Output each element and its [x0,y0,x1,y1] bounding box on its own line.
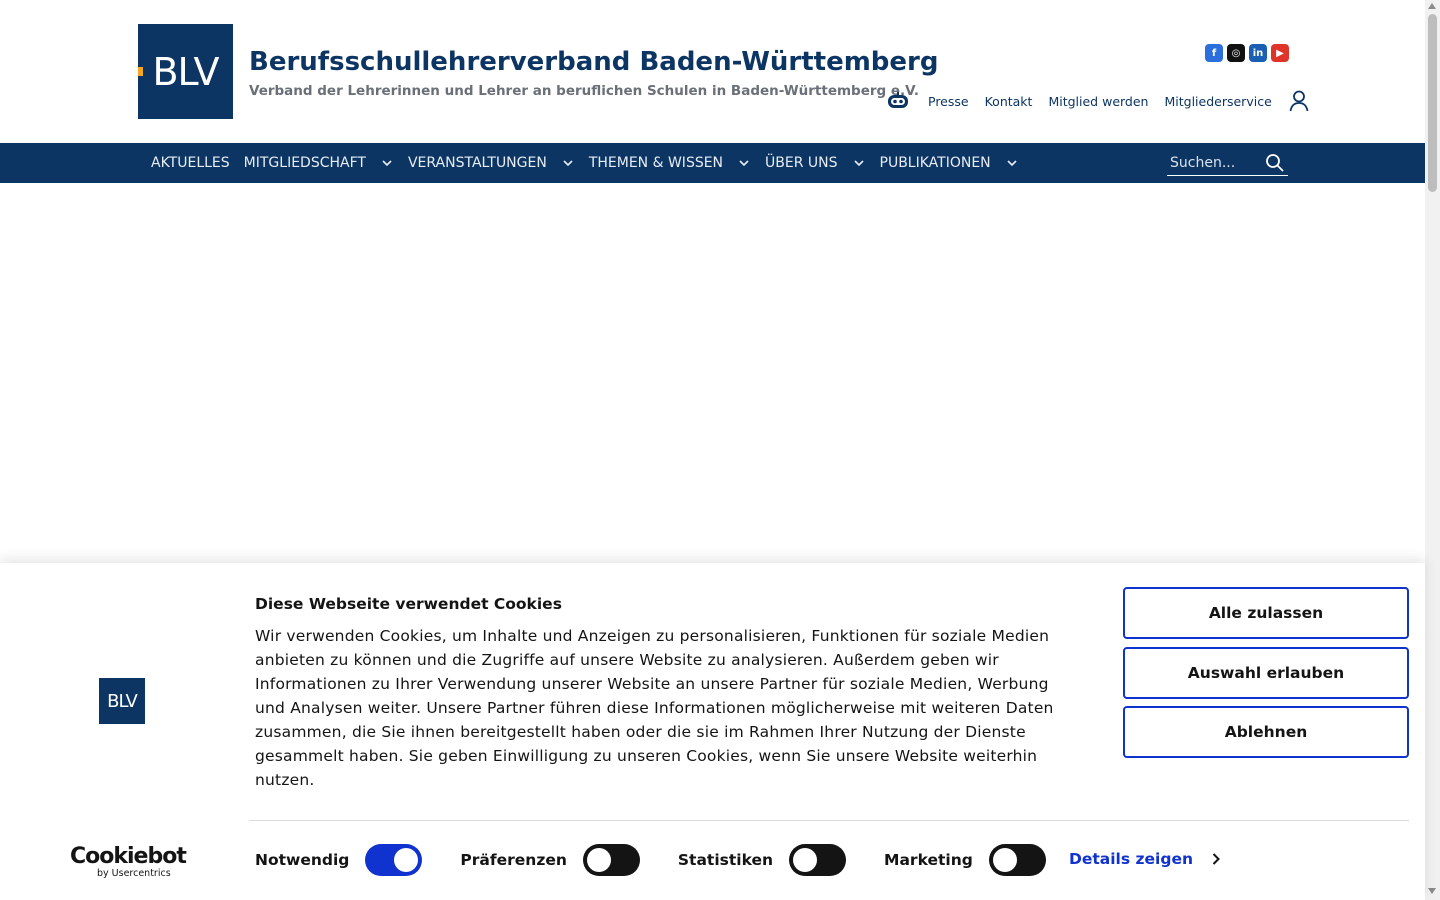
nav-item-publikationen[interactable]: PUBLIKATIONEN [880,155,1019,171]
cookie-divider [249,820,1409,821]
utility-nav: Presse Kontakt Mitglied werden Mitgliede… [886,90,1309,112]
toggle-label-notwendig: Notwendig [255,851,350,869]
site-logo[interactable]: BLV [138,24,233,119]
mitgliederservice-link[interactable]: Mitgliederservice [1164,94,1271,109]
search-input[interactable] [1167,154,1259,171]
toggle-label-marketing: Marketing [884,851,973,869]
site-title[interactable]: Berufsschullehrerverband Baden-Württembe… [249,47,938,77]
chevron-down-icon[interactable] [1005,156,1019,170]
nav-item-ueber-uns[interactable]: ÜBER UNS [765,155,865,171]
nav-item-themen-wissen[interactable]: THEMEN & WISSEN [589,155,751,171]
toggle-knob [394,848,419,872]
chevron-down-icon[interactable] [737,156,751,170]
logo-text: BLV [152,49,219,94]
nav-item-label: PUBLIKATIONEN [879,155,991,171]
nav-item-mitgliedschaft[interactable]: MITGLIEDSCHAFT [244,155,394,171]
chevron-down-icon[interactable] [852,156,866,170]
toggle-praeferenzen[interactable] [582,844,640,876]
details-label: Details zeigen [1069,850,1193,868]
scroll-down-arrow[interactable] [1428,888,1436,894]
user-icon[interactable] [1289,90,1309,112]
cookiebot-sub: by Usercentrics [97,868,171,879]
search-box [1167,150,1288,176]
nav-item-label: MITGLIEDSCHAFT [243,155,366,171]
cookie-category-toggles: Notwendig Präferenzen Statistiken Market… [255,844,1084,876]
linkedin-icon[interactable]: in [1249,44,1267,62]
cookie-logo-text: BLV [107,690,138,712]
cookiebot-logo[interactable]: Cookiebot by Usercentrics [70,844,187,880]
social-links: f ◎ in ▶ [1205,44,1289,62]
facebook-icon[interactable]: f [1205,44,1223,62]
chevron-down-icon[interactable] [561,156,575,170]
toggle-label-praeferenzen: Präferenzen [460,851,567,869]
toggle-marketing[interactable] [988,844,1046,876]
chevron-down-icon[interactable] [380,156,394,170]
accessibility-robot-icon[interactable] [886,92,910,110]
nav-item-veranstaltungen[interactable]: VERANSTALTUNGEN [408,155,575,171]
youtube-icon[interactable]: ▶ [1271,44,1289,62]
allow-all-button[interactable]: Alle zulassen [1123,587,1409,639]
cookie-banner-logo: BLV [99,678,145,724]
presse-link[interactable]: Presse [928,94,969,109]
toggle-label-statistiken: Statistiken [677,851,774,869]
cookie-heading: Diese Webseite verwendet Cookies [255,595,562,613]
mitglied-werden-link[interactable]: Mitglied werden [1048,94,1148,109]
toggle-knob [586,848,611,872]
scroll-up-arrow[interactable] [1428,3,1436,9]
logo-accent [138,67,143,76]
toggle-notwendig[interactable] [365,844,423,876]
instagram-icon[interactable]: ◎ [1227,44,1245,62]
nav-item-aktuelles[interactable]: AKTUELLES [151,155,230,171]
cookiebot-name: Cookiebot [70,844,187,869]
nav-item-label: VERANSTALTUNGEN [407,155,547,171]
scrollbar-thumb[interactable] [1428,14,1437,192]
nav-item-label: AKTUELLES [151,155,230,171]
page-scrollbar[interactable] [1425,0,1440,900]
kontakt-link[interactable]: Kontakt [985,94,1033,109]
site-subtitle: Verband der Lehrerinnen und Lehrer an be… [249,83,920,99]
chevron-right-icon [1212,853,1220,865]
toggle-knob [992,848,1017,872]
nav-item-label: THEMEN & WISSEN [588,155,724,171]
toggle-statistiken[interactable] [789,844,847,876]
show-details-link[interactable]: Details zeigen [1069,850,1221,868]
toggle-knob [793,848,818,872]
search-icon[interactable] [1265,153,1285,173]
deny-button[interactable]: Ablehnen [1123,706,1409,758]
cookie-description: Wir verwenden Cookies, um Inhalte und An… [255,627,1054,789]
cookie-consent-banner: BLV Diese Webseite verwendet Cookies Wir… [0,563,1425,900]
nav-item-label: ÜBER UNS [765,155,838,171]
allow-selection-button[interactable]: Auswahl erlauben [1123,647,1409,699]
